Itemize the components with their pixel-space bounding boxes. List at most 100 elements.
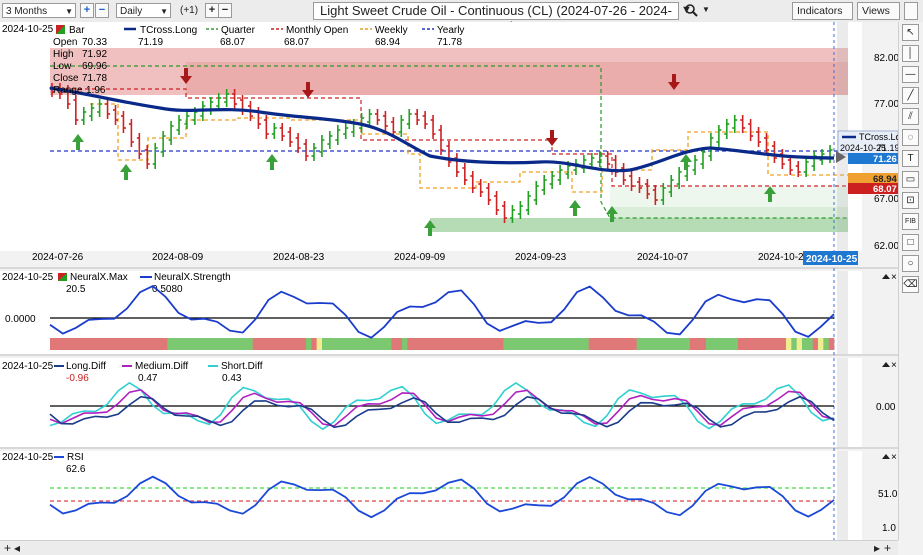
signal-cell <box>679 338 685 350</box>
signal-cell <box>268 338 275 350</box>
circle-tool-icon[interactable]: ○ <box>902 255 919 272</box>
legend-label: Weekly <box>375 25 408 36</box>
indicators-label: Indicators <box>797 5 843 17</box>
signal-cell <box>290 338 296 350</box>
horizontal-scrollbar[interactable]: + ◂ ▸ + <box>0 540 898 555</box>
chevron-down-icon: ▼ <box>65 7 73 16</box>
views-menu-button[interactable]: Views ▼ <box>857 2 900 32</box>
signal-cell <box>508 338 515 350</box>
support-zone-light <box>610 187 848 207</box>
signal-cell <box>258 338 264 350</box>
signal-cell <box>87 338 93 350</box>
signal-cell <box>55 338 61 350</box>
legend-value: 68.94 <box>375 37 400 48</box>
vertical-line-tool-icon[interactable]: │ <box>902 45 919 62</box>
offset-decrease-button[interactable]: − <box>218 3 232 18</box>
signal-cell <box>263 338 269 350</box>
y-axis-label: 51.0 <box>878 489 898 500</box>
zoom-out-button[interactable]: − <box>95 3 109 18</box>
signal-cell <box>412 338 419 350</box>
scroll-right-plus-icon[interactable]: + <box>884 542 891 554</box>
drawing-tools-sidebar: ↖ │ — ╱ ⫽ ◌ T ▭ ⊡ FIB □ ○ ⌫ <box>898 22 923 540</box>
ohlc-value: 71.92 <box>82 49 107 60</box>
signal-cell <box>226 338 232 350</box>
signal-cell <box>754 338 760 350</box>
signal-cell <box>338 338 344 350</box>
views-label: Views <box>862 5 890 17</box>
current-date-label: 2024-10-25 <box>806 254 858 265</box>
trendline-tool-icon[interactable]: ╱ <box>902 87 919 104</box>
legend-label: Short.Diff <box>221 361 263 372</box>
signal-cell <box>604 338 611 350</box>
legend-value: 0.43 <box>222 373 242 384</box>
x-tick-label: 2024-10-07 <box>637 252 689 263</box>
signal-cell <box>231 338 237 350</box>
signal-cell <box>492 338 499 350</box>
signal-cell <box>684 338 691 350</box>
scroll-left-arrow-icon[interactable]: ◂ <box>14 542 20 554</box>
signal-cell <box>455 338 461 350</box>
signal-cell <box>738 338 744 350</box>
zoom-in-button[interactable]: + <box>80 3 94 18</box>
ohlc-value: 70.33 <box>82 37 107 48</box>
signal-cell <box>599 338 605 350</box>
scroll-left-plus-icon[interactable]: + <box>4 542 11 554</box>
scroll-right-arrow-icon[interactable]: ▸ <box>874 542 880 554</box>
ellipse-tool-icon[interactable]: ◌ <box>902 129 919 146</box>
chart-title-field[interactable]: Light Sweet Crude Oil - Continuous (CL) … <box>313 2 679 34</box>
x-tick-label: 2024-09-09 <box>394 252 446 263</box>
signal-cell <box>498 338 504 350</box>
signal-cell <box>407 338 413 350</box>
search-icon[interactable] <box>684 3 700 19</box>
channel-tool-icon[interactable]: ⫽ <box>902 108 919 125</box>
x-tick-label: 2024-07-26 <box>32 252 84 263</box>
ohlc-label: Close <box>53 73 79 84</box>
rectangle-tool-icon[interactable]: □ <box>902 234 919 251</box>
signal-cell <box>711 338 717 350</box>
range-select[interactable]: 3 Months ▼ <box>2 3 76 18</box>
text-tool-icon[interactable]: T <box>902 150 919 167</box>
signal-cell <box>823 338 829 350</box>
panel-close-icon[interactable]: × <box>891 360 897 371</box>
x-tick-label: 2024-09-23 <box>515 252 567 263</box>
signal-cell <box>546 338 552 350</box>
chevron-down-icon: ▼ <box>160 7 168 16</box>
signal-cell <box>252 338 259 350</box>
signal-cell <box>167 338 173 350</box>
signal-cell <box>428 338 435 350</box>
panel-toggle-button[interactable] <box>904 2 918 20</box>
delete-tool-icon[interactable]: ⌫ <box>902 276 919 293</box>
signal-cell <box>519 338 525 350</box>
legend-value: 71.78 <box>437 37 462 48</box>
price-tag-value: 71.26 <box>873 154 897 165</box>
signal-cell <box>236 338 243 350</box>
indicators-menu-button[interactable]: Indicators ▼ <box>792 2 853 32</box>
event-marker-tool-icon[interactable]: ⊡ <box>902 192 919 209</box>
fib-tool-icon[interactable]: FIB <box>902 213 919 230</box>
signal-cell <box>359 338 365 350</box>
offset-increase-button[interactable]: + <box>205 3 219 18</box>
period-select[interactable]: Daily ▼ <box>116 3 171 18</box>
horizontal-line-tool-icon[interactable]: — <box>902 66 919 83</box>
search-chevron-icon[interactable]: ▼ <box>702 5 710 14</box>
signal-cell <box>130 338 136 350</box>
signal-cell <box>652 338 659 350</box>
cursor-tool-icon[interactable]: ↖ <box>902 24 919 41</box>
signal-cell <box>706 338 712 350</box>
y-tick-label: 82.00 <box>874 53 898 64</box>
ohlc-label: Range <box>53 85 83 96</box>
callout-tool-icon[interactable]: ▭ <box>902 171 919 188</box>
signal-cell <box>439 338 445 350</box>
legend-label: Monthly Open <box>286 25 348 36</box>
signal-cell <box>636 338 643 350</box>
legend-label: RSI <box>67 452 84 463</box>
panel-close-icon[interactable]: × <box>891 272 897 283</box>
signal-cell <box>690 338 696 350</box>
signal-cell <box>396 338 403 350</box>
y-axis-label: 1.0 <box>882 523 896 534</box>
support-zone <box>430 218 848 232</box>
signal-cell <box>274 338 280 350</box>
signal-cell <box>188 338 195 350</box>
panel-close-icon[interactable]: × <box>891 452 897 463</box>
signal-cell <box>279 338 285 350</box>
